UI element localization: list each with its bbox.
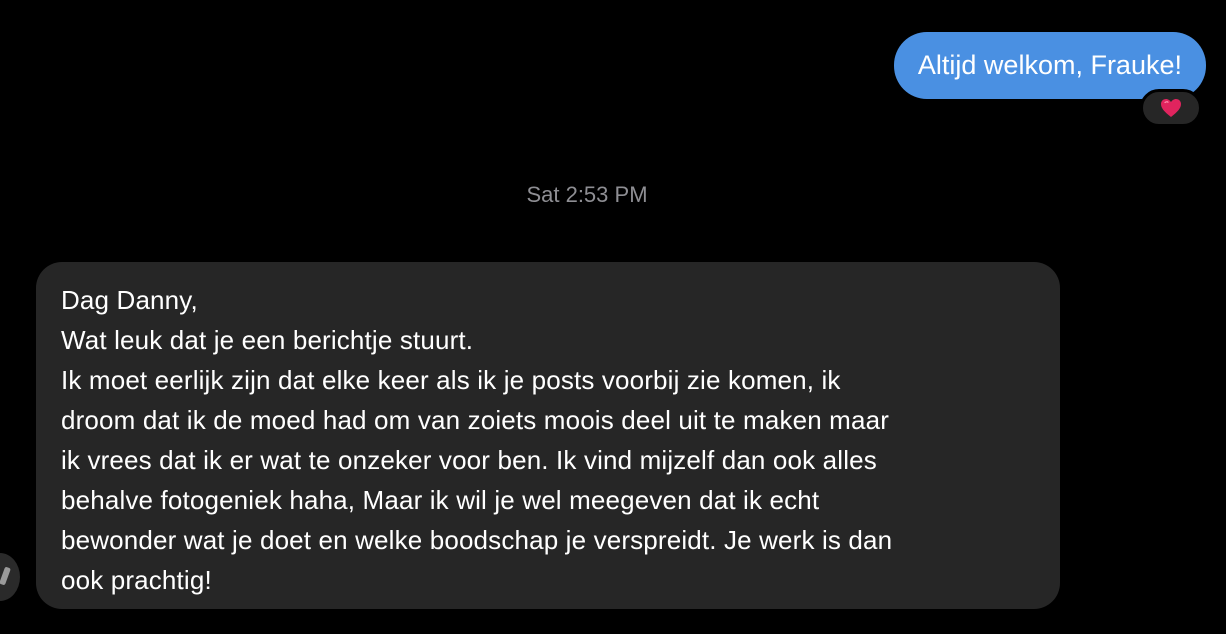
message-line: Dag Danny, <box>61 285 198 315</box>
message-line: ook prachtig! <box>61 565 212 595</box>
message-line: behalve fotogeniek haha, Maar ik wil je … <box>61 485 820 515</box>
sender-avatar[interactable] <box>0 553 20 601</box>
reaction-badge[interactable] <box>1140 89 1202 127</box>
message-line: ik vrees dat ik er wat te onzeker voor b… <box>61 445 877 475</box>
heart-icon <box>1161 99 1181 117</box>
message-line: bewonder wat je doet en welke boodschap … <box>61 525 893 555</box>
message-timestamp: Sat 2:53 PM <box>526 182 648 207</box>
incoming-message-bubble[interactable]: Dag Danny, Wat leuk dat je een berichtje… <box>36 262 1060 609</box>
message-line: Ik moet eerlijk zijn dat elke keer als i… <box>61 365 841 395</box>
message-line: Wat leuk dat je een berichtje stuurt. <box>61 325 474 355</box>
message-thread: Altijd welkom, Frauke! Sat 2:53 PM Dag D… <box>0 0 1226 634</box>
message-line: droom dat ik de moed had om van zoiets m… <box>61 405 890 435</box>
